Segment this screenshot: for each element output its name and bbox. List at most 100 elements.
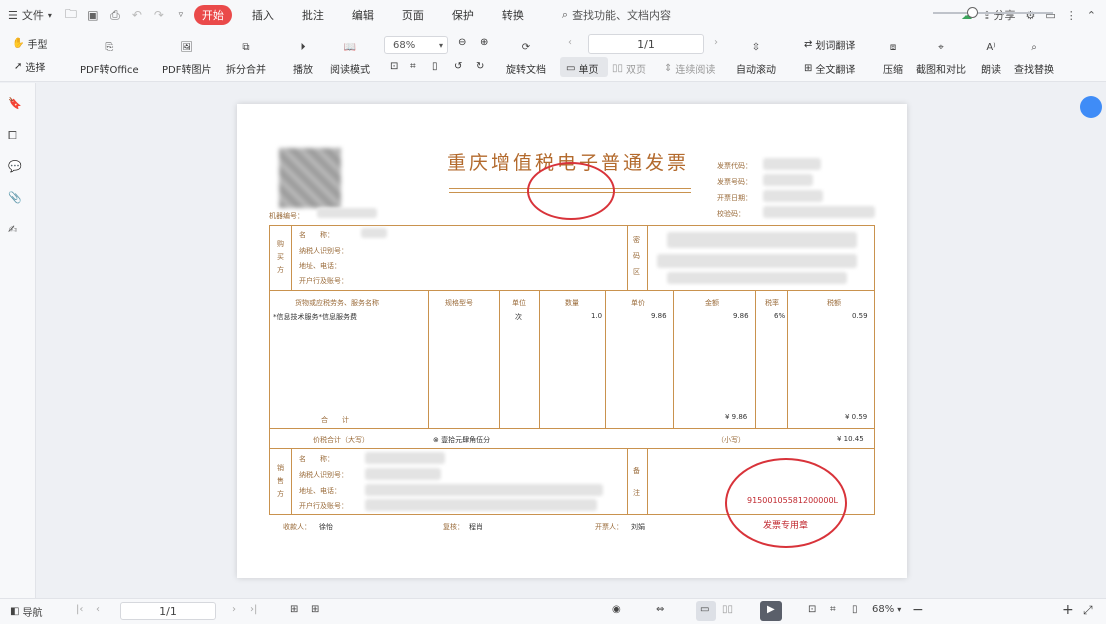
settings-icon[interactable]: ⚙ xyxy=(1026,9,1036,22)
fit-width-icon[interactable]: ▯ xyxy=(432,61,438,72)
drawer-name: 刘娟 xyxy=(631,523,645,531)
fit-page-icon[interactable]: ⊡ xyxy=(808,604,816,615)
fit-width-view-icon[interactable]: ⇔ xyxy=(656,604,664,615)
tab-edit[interactable]: 编辑 xyxy=(344,5,382,25)
auto-scroll-button[interactable]: ⇳ 自动滚动 xyxy=(736,36,776,77)
open-folder-icon[interactable]: 🗀 xyxy=(62,6,80,24)
zoom-out-icon[interactable]: − xyxy=(912,602,924,618)
total-in-words: ⊗ 壹拾元肆角伍分 xyxy=(433,436,491,444)
translate-icon: ⇄ xyxy=(804,39,813,50)
actual-size-icon[interactable]: ⌗ xyxy=(830,604,836,615)
compress-button[interactable]: ⧈ 压缩 xyxy=(882,36,904,77)
bookmark-icon[interactable]: 🔖 xyxy=(8,97,26,115)
zoom-slider[interactable] xyxy=(933,12,1053,14)
double-page-view-icon[interactable]: ▯▯ xyxy=(722,604,733,615)
zoom-out-icon[interactable]: ⊖ xyxy=(458,37,466,48)
message-icon[interactable]: ▭ xyxy=(1045,9,1055,22)
zoom-select[interactable]: 68% ▾ xyxy=(384,36,448,54)
book-icon: 📖 xyxy=(343,41,357,53)
last-page-icon[interactable]: ›| xyxy=(250,604,257,615)
fit-width-icon[interactable]: ▯ xyxy=(852,604,858,615)
tab-insert[interactable]: 插入 xyxy=(244,5,282,25)
document-page: 重庆增值税电子普通发票 发票代码： 发票号码： 开票日期： 校验码： 机器编号：… xyxy=(237,104,907,578)
rotate-left-icon[interactable]: ↺ xyxy=(454,61,462,72)
image-icon: 🖼 xyxy=(180,41,194,53)
compress-icon: ⧈ xyxy=(889,41,897,53)
single-page-button[interactable]: ▭ 单页 xyxy=(566,61,598,76)
search-icon: ⌕ xyxy=(1031,41,1037,53)
prev-page-icon[interactable]: ‹ xyxy=(96,604,100,615)
search-box[interactable]: ⌕ 查找功能、文档内容 xyxy=(562,7,671,23)
rotate-right-icon[interactable]: ↻ xyxy=(476,61,484,72)
tab-convert[interactable]: 转换 xyxy=(494,5,532,25)
zoom-in-icon[interactable]: + xyxy=(1062,602,1074,618)
screenshot-compare-button[interactable]: ⌖ 截图和对比 xyxy=(916,36,966,77)
read-aloud-icon: A⁾ xyxy=(986,41,996,53)
double-page-button[interactable]: ▯▯ 双页 xyxy=(612,61,646,76)
rotate-doc-button[interactable]: ⟳ 旋转文档 xyxy=(506,36,546,77)
rotate-doc-icon: ⟳ xyxy=(521,41,531,53)
full-translate-button[interactable]: ⊞ 全文翻译 xyxy=(804,61,855,76)
continuous-read-button[interactable]: ⇕ 连续阅读 xyxy=(664,61,715,76)
insert-page-icon[interactable]: ⊞ xyxy=(290,604,298,615)
chevron-down-icon: ▾ xyxy=(438,40,443,50)
comment-icon[interactable]: 💬 xyxy=(8,160,26,178)
tab-page[interactable]: 页面 xyxy=(394,5,432,25)
play-button[interactable]: ⏵ 播放 xyxy=(292,36,314,77)
item-quantity: 1.0 xyxy=(591,312,603,320)
first-page-icon[interactable]: |‹ xyxy=(76,604,83,615)
assistant-float-button[interactable] xyxy=(1080,96,1102,118)
next-page-icon[interactable]: › xyxy=(714,37,718,48)
play-icon: ⏵ xyxy=(300,41,306,53)
status-page-indicator[interactable]: 1/1 xyxy=(120,602,216,620)
tab-protect[interactable]: 保护 xyxy=(444,5,482,25)
reviewer-name: 程肖 xyxy=(469,523,483,531)
thumbnail-icon[interactable]: ⧠ xyxy=(8,129,26,147)
full-translate-icon: ⊞ xyxy=(804,63,813,74)
single-page-view-icon[interactable]: ▭ xyxy=(700,604,709,615)
tab-annotate[interactable]: 批注 xyxy=(294,5,332,25)
item-unit-price: 9.86 xyxy=(651,312,667,320)
save-icon[interactable]: ▣ xyxy=(84,6,102,24)
file-menu[interactable]: ☰ 文件 ▾ xyxy=(8,7,52,23)
tax-bureau-stamp xyxy=(527,162,615,220)
auto-scroll-icon: ⇳ xyxy=(751,41,761,53)
prev-page-icon[interactable]: ‹ xyxy=(568,37,572,48)
status-zoom-select[interactable]: 68% ▾ xyxy=(872,604,901,615)
actual-size-icon[interactable]: ⌗ xyxy=(410,61,416,72)
hand-icon: ✋ xyxy=(12,38,25,49)
more-icon[interactable]: ⋮ xyxy=(1066,9,1077,22)
zoom-slider-handle[interactable] xyxy=(967,7,978,18)
read-aloud-button[interactable]: A⁾ 朗读 xyxy=(980,36,1002,77)
collapse-icon[interactable]: ⌃ xyxy=(1087,9,1096,22)
item-unit: 次 xyxy=(515,313,522,321)
subtotal-amount: ¥ 9.86 xyxy=(725,413,748,421)
translate-button[interactable]: ⇄ 划词翻译 xyxy=(804,37,855,52)
split-merge-button[interactable]: ⧉ 拆分合并 xyxy=(226,36,266,77)
next-page-icon[interactable]: › xyxy=(232,604,236,615)
fit-page-icon[interactable]: ⊡ xyxy=(390,61,398,72)
undo-icon[interactable]: ↶ xyxy=(128,6,146,24)
add-page-icon[interactable]: ⊞ xyxy=(311,604,319,615)
navigation-toggle[interactable]: ◧ 导航 xyxy=(10,604,42,619)
page-indicator[interactable]: 1/1 xyxy=(588,34,704,54)
screenshot-icon: ⌖ xyxy=(938,41,944,53)
signature-icon[interactable]: ✍ xyxy=(8,223,26,241)
select-tool-button[interactable]: ➚ 选择 xyxy=(14,59,45,74)
fullscreen-icon[interactable]: ⤢ xyxy=(1083,603,1093,618)
redo-icon[interactable]: ↷ xyxy=(150,6,168,24)
pdf-to-office-button[interactable]: ⎘ PDF转Office xyxy=(80,36,139,77)
find-replace-button[interactable]: ⌕ 查找替换 xyxy=(1014,36,1054,77)
eye-protection-icon[interactable]: ◉ xyxy=(612,604,621,615)
pdf-to-image-button[interactable]: 🖼 PDF转图片 xyxy=(162,36,211,77)
hamburger-icon: ☰ xyxy=(8,8,18,22)
share-button[interactable]: ⇪ 分享 xyxy=(982,7,1015,23)
search-icon: ⌕ xyxy=(561,8,569,21)
tab-home[interactable]: 开始 xyxy=(193,5,232,25)
hand-tool-button[interactable]: ✋ 手型 xyxy=(12,36,47,51)
read-mode-button[interactable]: 📖 阅读模式 xyxy=(330,36,370,77)
print-icon[interactable]: ⎙ xyxy=(106,6,124,24)
zoom-in-icon[interactable]: ⊕ xyxy=(480,37,488,48)
attachment-icon[interactable]: 📎 xyxy=(8,191,26,209)
customize-icon[interactable]: ▿ xyxy=(172,6,190,24)
